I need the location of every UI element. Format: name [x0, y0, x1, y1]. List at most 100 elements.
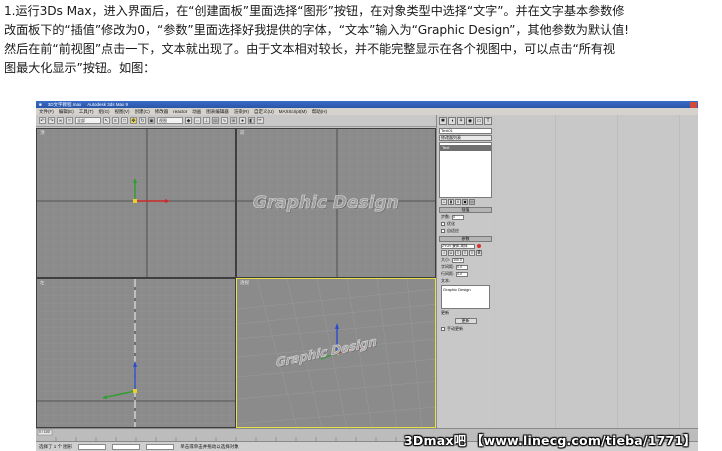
- text-label-row: 文本:: [441, 278, 490, 284]
- article-line: 1.运行3Ds Max，进入界面后，在“创建面板”里面选择“图形”按钮，在对象类…: [4, 4, 625, 18]
- align-right-icon[interactable]: ≡: [469, 250, 475, 256]
- curve-editor-icon[interactable]: ∿: [221, 117, 228, 124]
- viewport-top[interactable]: 顶: [36, 128, 236, 278]
- display-tab-icon[interactable]: ▭: [475, 117, 483, 125]
- align-left-icon[interactable]: ≡: [455, 250, 461, 256]
- coord-z-field[interactable]: [146, 443, 175, 450]
- pin-stack-icon[interactable]: ⊥: [441, 199, 447, 205]
- watermark-text: 3Dmax吧 【www.linecg.com/tieba/1771】: [404, 433, 696, 448]
- select-icon[interactable]: ↖: [103, 117, 110, 124]
- front-text-object[interactable]: Graphic Design: [253, 193, 399, 214]
- main-toolbar: ↶ ↷ ∞ ≈ 全部 ↖ ≡ □ ✥ ↻ ▣ 视图 ◆ ⇔ ⊥ ▤ ∿ ⊞ ● …: [36, 115, 436, 127]
- update-button[interactable]: 更新: [454, 318, 477, 324]
- menu-create[interactable]: 创建(C): [135, 109, 150, 115]
- menu-views[interactable]: 视图(V): [115, 109, 130, 115]
- menu-graph-editors[interactable]: 图表编辑器: [206, 109, 229, 115]
- link-icon[interactable]: ∞: [57, 117, 64, 124]
- menu-reactor[interactable]: reactor: [173, 109, 187, 114]
- render-setup-icon[interactable]: ◧: [248, 117, 255, 124]
- modifier-stack[interactable]: Text: [439, 142, 492, 198]
- object-name-field[interactable]: Text01: [439, 128, 492, 134]
- time-slider-label[interactable]: 0 / 100: [39, 430, 50, 434]
- material-editor-icon[interactable]: ●: [239, 117, 246, 124]
- unlink-icon[interactable]: ≈: [66, 117, 73, 124]
- menu-animation[interactable]: 动画: [192, 109, 201, 115]
- optimize-checkbox[interactable]: [441, 222, 445, 226]
- menu-help[interactable]: 帮助(H): [312, 109, 327, 115]
- selection-filter-dropdown[interactable]: 全部: [75, 117, 101, 124]
- viewport-front-label[interactable]: 前: [240, 130, 245, 136]
- quick-render-icon[interactable]: ☕: [257, 117, 264, 124]
- reference-coord-dropdown[interactable]: 视图: [157, 117, 183, 124]
- menu-bar: 文件(F) 编辑(E) 工具(T) 组(G) 视图(V) 创建(C) 修改器 r…: [36, 108, 698, 115]
- hierarchy-tab-icon[interactable]: ⚘: [457, 117, 465, 125]
- modify-tab-icon[interactable]: ◑: [448, 117, 456, 125]
- motion-tab-icon[interactable]: ◉: [466, 117, 474, 125]
- menu-rendering[interactable]: 渲染(R): [234, 109, 249, 115]
- rect-select-icon[interactable]: □: [121, 117, 128, 124]
- show-end-result-icon[interactable]: ▮: [448, 199, 454, 205]
- remove-modifier-icon[interactable]: ▣: [462, 199, 468, 205]
- select-by-name-icon[interactable]: ≡: [112, 117, 119, 124]
- justify-icon[interactable]: ≣: [476, 250, 482, 256]
- configure-sets-icon[interactable]: ▤: [469, 199, 475, 205]
- pivot-icon[interactable]: ◆: [185, 117, 192, 124]
- viewport-top-label[interactable]: 顶: [40, 130, 45, 136]
- move-icon[interactable]: ✥: [130, 117, 137, 124]
- modifier-list-dropdown[interactable]: 修改器列表: [439, 135, 492, 141]
- manual-update-checkbox[interactable]: [441, 327, 445, 331]
- article-paragraph: 1.运行3Ds Max，进入界面后，在“创建面板”里面选择“图形”按钮，在对象类…: [4, 2, 718, 78]
- align-center-icon[interactable]: ≡: [462, 250, 468, 256]
- manual-update-label: 手动更新: [447, 326, 463, 331]
- command-panel: ✱ ◑ ⚘ ◉ ▭ T Text01 修改器列表 Text ⊥ ▮ ∨ ▣ ▤ …: [436, 115, 494, 428]
- viewport-perspective-label[interactable]: 透视: [240, 280, 249, 286]
- kerning-spinner[interactable]: 0.0: [456, 264, 469, 270]
- menu-group[interactable]: 组(G): [99, 109, 110, 115]
- viewport-perspective[interactable]: 透视 Graphic Design: [236, 278, 436, 428]
- command-panel-tabs: ✱ ◑ ⚘ ◉ ▭ T: [437, 115, 494, 127]
- menu-tools[interactable]: 工具(T): [79, 109, 94, 115]
- menu-modifiers[interactable]: 修改器: [155, 109, 169, 115]
- window-title: 3D文字教程.max: [47, 101, 82, 107]
- font-marker-icon: [477, 244, 481, 248]
- mirror-icon[interactable]: ⇔: [194, 117, 201, 124]
- leading-spinner[interactable]: 0.0: [456, 271, 469, 277]
- make-unique-icon[interactable]: ∨: [455, 199, 461, 205]
- close-window-button[interactable]: [690, 101, 697, 108]
- text-label: 文本:: [441, 278, 451, 283]
- menu-maxscript[interactable]: MAXScript(M): [279, 109, 307, 114]
- viewport-front[interactable]: 前 Graphic Design: [236, 128, 436, 278]
- kerning-row: 字间距: 0.0: [441, 264, 490, 270]
- steps-spinner[interactable]: 0: [452, 214, 465, 220]
- viewport-left-label[interactable]: 左: [40, 280, 45, 286]
- schematic-icon[interactable]: ⊞: [230, 117, 237, 124]
- stack-item-text[interactable]: Text: [440, 145, 491, 151]
- layer-icon[interactable]: ▤: [212, 117, 219, 124]
- manual-update-row: 手动更新: [441, 326, 490, 332]
- utilities-tab-icon[interactable]: T: [484, 117, 492, 125]
- coord-x-field[interactable]: [78, 443, 107, 450]
- rotate-icon[interactable]: ↻: [139, 117, 146, 124]
- italic-icon[interactable]: I: [441, 250, 447, 256]
- size-spinner[interactable]: 100.0: [452, 257, 465, 263]
- font-dropdown[interactable]: ZYUV 隶体-简体: [441, 243, 475, 249]
- rollout-interpolation[interactable]: 插值: [439, 207, 492, 213]
- viewport-left[interactable]: 左: [36, 278, 236, 428]
- scale-icon[interactable]: ▣: [148, 117, 155, 124]
- redo-icon[interactable]: ↷: [48, 117, 55, 124]
- coord-y-field[interactable]: [112, 443, 141, 450]
- max-screenshot: ■ 3D文字教程.max Autodesk 3ds Max 9 文件(F) 编辑…: [36, 101, 698, 451]
- underline-icon[interactable]: U: [448, 250, 454, 256]
- adaptive-checkbox[interactable]: [441, 229, 445, 233]
- rollout-parameters[interactable]: 参数: [439, 236, 492, 242]
- menu-edit[interactable]: 编辑(E): [59, 109, 74, 115]
- text-content-field[interactable]: Graphic Design: [441, 285, 490, 309]
- article-line: 然后在前“前视图”点击一下，文本就出现了。由于文本相对较长，并不能完整显示在各个…: [4, 42, 615, 56]
- stack-tools: ⊥ ▮ ∨ ▣ ▤: [441, 199, 490, 205]
- undo-icon[interactable]: ↶: [39, 117, 46, 124]
- selection-status: 选择了 1 个 图形: [39, 443, 73, 449]
- align-icon[interactable]: ⊥: [203, 117, 210, 124]
- menu-file[interactable]: 文件(F): [39, 109, 54, 115]
- menu-customize[interactable]: 自定义(U): [254, 109, 274, 115]
- create-tab-icon[interactable]: ✱: [439, 117, 447, 125]
